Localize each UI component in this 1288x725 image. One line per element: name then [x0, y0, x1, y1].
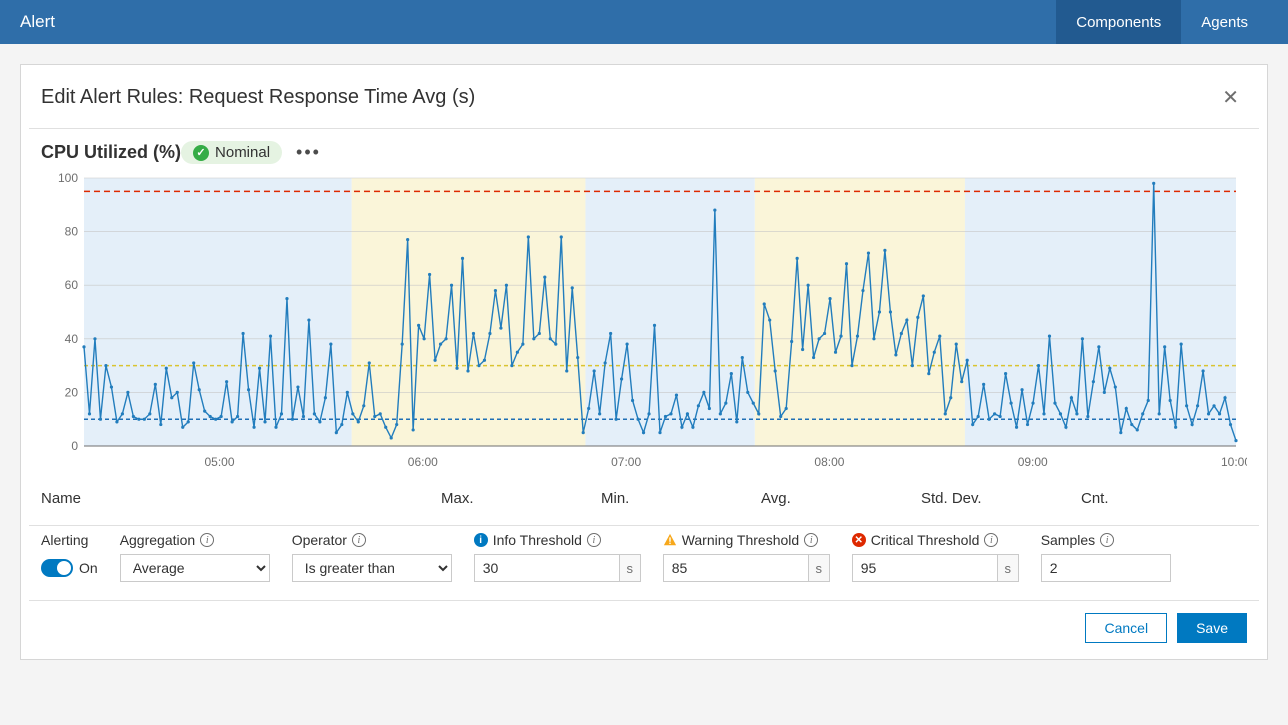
alerting-label: Alerting — [41, 532, 98, 548]
col-max: Max. — [441, 490, 601, 507]
chart-plot: 0 20 40 60 80 100 05:00 06:00 07:00 08:00 09:00 10:… — [41, 172, 1247, 472]
unit-label: s — [808, 554, 830, 582]
critical-threshold-label: ✕ Critical Threshold i — [852, 532, 1019, 548]
field-samples: Samples i — [1041, 532, 1171, 582]
warning-icon — [663, 533, 677, 547]
panel-title: Edit Alert Rules: Request Response Time … — [41, 86, 475, 109]
info-dot-icon: i — [474, 533, 488, 547]
tab-components[interactable]: Components — [1056, 0, 1181, 44]
svg-text:80: 80 — [65, 225, 79, 239]
alerting-state: On — [79, 560, 98, 576]
field-info-threshold: i Info Threshold i s — [474, 532, 641, 582]
info-icon[interactable]: i — [984, 533, 998, 547]
operator-select[interactable]: Is greater than — [292, 554, 452, 582]
unit-label: s — [619, 554, 641, 582]
save-button[interactable]: Save — [1177, 613, 1247, 643]
warning-threshold-input[interactable] — [663, 554, 808, 582]
svg-text:10:00: 10:00 — [1221, 455, 1247, 469]
more-icon[interactable]: ••• — [296, 142, 321, 163]
svg-text:0: 0 — [71, 439, 78, 453]
svg-text:06:00: 06:00 — [408, 455, 438, 469]
top-bar: Alert Components Agents — [0, 0, 1288, 44]
aggregation-label: Aggregation i — [120, 532, 270, 548]
chart-title: CPU Utilized (%) — [41, 142, 181, 163]
col-avg: Avg. — [761, 490, 921, 507]
critical-threshold-input[interactable] — [852, 554, 997, 582]
col-name: Name — [41, 490, 441, 507]
aggregation-select[interactable]: Average — [120, 554, 270, 582]
svg-text:05:00: 05:00 — [205, 455, 235, 469]
samples-input[interactable] — [1041, 554, 1171, 582]
chart-section: CPU Utilized (%) ✓ Nominal ••• 0 20 40 60 80… — [21, 129, 1267, 482]
field-aggregation: Aggregation i Average — [120, 532, 270, 582]
unit-label: s — [997, 554, 1019, 582]
field-alerting: Alerting On — [41, 532, 98, 582]
field-warning-threshold: Warning Threshold i s — [663, 532, 830, 582]
critical-icon: ✕ — [852, 533, 866, 547]
svg-text:40: 40 — [65, 332, 79, 346]
info-icon[interactable]: i — [352, 533, 366, 547]
info-threshold-label: i Info Threshold i — [474, 532, 641, 548]
svg-text:07:00: 07:00 — [611, 455, 641, 469]
col-min: Min. — [601, 490, 761, 507]
field-operator: Operator i Is greater than — [292, 532, 452, 582]
cancel-button[interactable]: Cancel — [1085, 613, 1167, 643]
check-icon: ✓ — [193, 145, 209, 161]
panel-header: Edit Alert Rules: Request Response Time … — [21, 65, 1267, 128]
info-icon[interactable]: i — [1100, 533, 1114, 547]
footer: Cancel Save — [21, 601, 1267, 659]
svg-text:09:00: 09:00 — [1018, 455, 1048, 469]
info-icon[interactable]: i — [804, 533, 818, 547]
alert-form: Alerting On Aggregation i Average Operat… — [21, 526, 1267, 600]
info-icon[interactable]: i — [200, 533, 214, 547]
page-title: Alert — [20, 12, 55, 32]
info-icon[interactable]: i — [587, 533, 601, 547]
tab-agents[interactable]: Agents — [1181, 0, 1268, 44]
samples-label: Samples i — [1041, 532, 1171, 548]
col-stddev: Std. Dev. — [921, 490, 1081, 507]
col-cnt: Cnt. — [1081, 490, 1241, 507]
svg-text:08:00: 08:00 — [814, 455, 844, 469]
info-threshold-input[interactable] — [474, 554, 619, 582]
stats-header: Name Max. Min. Avg. Std. Dev. Cnt. — [21, 482, 1267, 525]
field-critical-threshold: ✕ Critical Threshold i s — [852, 532, 1019, 582]
status-text: Nominal — [215, 144, 270, 161]
svg-text:20: 20 — [65, 385, 79, 399]
edit-alert-panel: Edit Alert Rules: Request Response Time … — [20, 64, 1268, 660]
warning-threshold-label: Warning Threshold i — [663, 532, 830, 548]
close-icon[interactable]: ✕ — [1214, 81, 1247, 114]
svg-text:60: 60 — [65, 278, 79, 292]
svg-text:100: 100 — [58, 172, 78, 185]
status-badge: ✓ Nominal — [181, 141, 282, 164]
operator-label: Operator i — [292, 532, 452, 548]
alerting-toggle[interactable] — [41, 559, 73, 577]
